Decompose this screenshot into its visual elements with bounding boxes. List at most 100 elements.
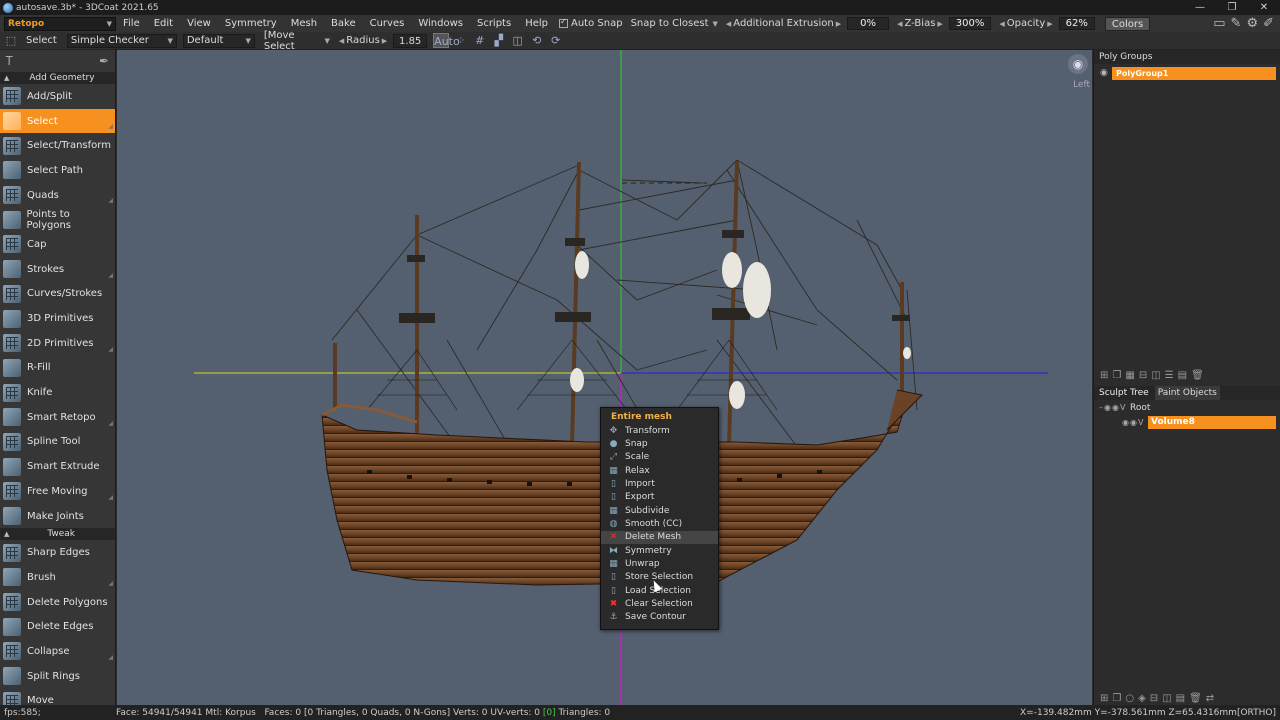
tool-collapse[interactable]: Collapse ◢ [0, 639, 115, 664]
section-add-geometry[interactable]: ▲ Add Geometry [0, 72, 115, 84]
brush-icon[interactable]: ✒ [99, 54, 109, 68]
tool-add-split[interactable]: Add/Split [0, 84, 115, 109]
menu-windows[interactable]: Windows [411, 18, 470, 29]
tool-3d-primitives[interactable]: 3D Primitives [0, 306, 115, 331]
menu-item-snap[interactable]: ● Snap [601, 437, 718, 450]
opacity-value[interactable]: 62% [1058, 17, 1095, 30]
tool-spline-tool[interactable]: Spline Tool [0, 430, 115, 455]
tool-2d-primitives[interactable]: 2D Primitives ◢ [0, 331, 115, 356]
tool-r-fill[interactable]: R-Fill [0, 356, 115, 381]
split-icon[interactable]: ◫ [1151, 370, 1160, 381]
view-navigation-icon[interactable]: ◉ [1068, 54, 1088, 74]
add-group-icon[interactable]: ⊞ [1100, 370, 1108, 381]
tool-smart-extrude[interactable]: Smart Extrude [0, 454, 115, 479]
grid-icon[interactable]: ▦ [1125, 370, 1134, 381]
add-volume-icon[interactable]: ⊞ [1100, 693, 1108, 704]
tool-smart-retopo[interactable]: Smart Retopo ◢ [0, 405, 115, 430]
tool-quads[interactable]: Quads ◢ [0, 183, 115, 208]
colors-button[interactable]: Colors [1104, 16, 1151, 31]
checker-dropdown[interactable]: Simple Checker ▼ [66, 33, 177, 48]
menu-item-store-selection[interactable]: ▯ Store Selection [601, 571, 718, 584]
menu-item-import[interactable]: ▯ Import [601, 477, 718, 490]
menu-file[interactable]: File [116, 18, 147, 29]
list-icon[interactable]: ☰ [1165, 370, 1174, 381]
rotate-icon[interactable]: ⟲ [529, 33, 544, 48]
tool-move[interactable]: Move [0, 689, 115, 705]
layout-icon[interactable]: ▞ [491, 33, 506, 48]
frame-icon[interactable]: ▭ [1213, 16, 1225, 31]
tab-paint-objects[interactable]: Paint Objects [1154, 386, 1220, 400]
tool-knife[interactable]: Knife [0, 380, 115, 405]
grid-icon[interactable]: # [472, 33, 487, 48]
move-select-dropdown[interactable]: [Move Select ▼ [261, 30, 333, 52]
menu-help[interactable]: Help [518, 18, 555, 29]
copy-icon[interactable]: ❐ [1112, 693, 1121, 704]
menu-item-relax[interactable]: ▦ Relax [601, 464, 718, 477]
trash-icon[interactable]: 🗑 [1191, 370, 1204, 381]
section-tweak[interactable]: ▲ Tweak [0, 528, 115, 541]
zbias-value[interactable]: 300% [948, 17, 992, 30]
menu-view[interactable]: View [180, 18, 218, 29]
room-selector[interactable]: Retopo ▼ [4, 16, 116, 31]
pen-icon[interactable]: ✐ [1263, 16, 1274, 31]
copy-icon[interactable]: ❐ [1112, 370, 1121, 381]
menu-item-scale[interactable]: ⤢ Scale [601, 451, 718, 464]
tool-delete-edges[interactable]: Delete Edges [0, 614, 115, 639]
tool-split-rings[interactable]: Split Rings [0, 664, 115, 689]
dots-icon[interactable]: ⁘ [453, 33, 468, 48]
table-icon[interactable]: ▤ [1176, 693, 1185, 704]
auto-button[interactable]: Auto [433, 33, 460, 48]
menu-scripts[interactable]: Scripts [470, 18, 518, 29]
tool-points-to-polygons[interactable]: Points to Polygons [0, 207, 115, 232]
tool-free-moving[interactable]: Free Moving ◢ [0, 479, 115, 504]
menu-bake[interactable]: Bake [324, 18, 363, 29]
tool-select-path[interactable]: Select Path [0, 158, 115, 183]
radius-value[interactable]: 1.85 [393, 33, 428, 48]
tree-row-volume[interactable]: ◉◉V Volume8 [1094, 415, 1280, 430]
merge-icon[interactable]: ⊟ [1150, 693, 1158, 704]
tool-sharp-edges[interactable]: Sharp Edges [0, 540, 115, 565]
menu-item-export[interactable]: ▯ Export [601, 491, 718, 504]
menu-item-save-contour[interactable]: ⚓ Save Contour [601, 611, 718, 624]
tool-select[interactable]: Select ◢ [0, 108, 115, 134]
orbit-icon[interactable]: ⟳ [548, 33, 563, 48]
split-icon[interactable]: ◫ [510, 33, 525, 48]
maximize-button[interactable]: ❐ [1216, 0, 1248, 15]
menu-item-clear-selection[interactable]: ✖ Clear Selection [601, 597, 718, 610]
trash-icon[interactable]: 🗑 [1189, 693, 1202, 704]
split-icon[interactable]: ◫ [1162, 693, 1171, 704]
tree-controls[interactable]: –◉◉V [1099, 403, 1130, 412]
export-icon[interactable]: ⇄ [1206, 693, 1214, 704]
menu-symmetry[interactable]: Symmetry [218, 18, 284, 29]
menu-item-delete-mesh[interactable]: ✕ Delete Mesh [601, 530, 718, 545]
tree-controls[interactable]: ◉◉V [1122, 418, 1148, 427]
snap-mode-dropdown[interactable]: Snap to Closest ▼ [631, 18, 720, 29]
eye-icon[interactable]: ◉ [1100, 68, 1112, 78]
preset-dropdown[interactable]: Default ▼ [182, 33, 255, 48]
menu-item-smooth-cc[interactable]: ◍ Smooth (CC) [601, 517, 718, 530]
tool-strokes[interactable]: Strokes ◢ [0, 257, 115, 282]
poly-group-row[interactable]: ◉ PolyGroup1 [1094, 66, 1280, 80]
auto-snap-toggle[interactable]: Auto Snap [559, 17, 623, 29]
tool-curves-strokes[interactable]: Curves/Strokes [0, 282, 115, 307]
poly-group-name[interactable]: PolyGroup1 [1112, 66, 1276, 80]
additional-extrusion-value[interactable]: 0% [847, 17, 890, 30]
tool-brush[interactable]: Brush ◢ [0, 565, 115, 590]
menu-curves[interactable]: Curves [363, 18, 412, 29]
text-tool-icon[interactable]: Ꭲ [6, 54, 13, 69]
circle-icon[interactable]: ○ [1125, 693, 1134, 704]
menu-item-subdivide[interactable]: ▦ Subdivide [601, 504, 718, 517]
tab-sculpt-tree[interactable]: Sculpt Tree [1099, 386, 1149, 400]
tool-delete-polygons[interactable]: Delete Polygons [0, 590, 115, 615]
menu-item-unwrap[interactable]: ▦ Unwrap [601, 557, 718, 570]
merge-icon[interactable]: ⊟ [1139, 370, 1147, 381]
tool-cap[interactable]: Cap [0, 232, 115, 257]
tool-select-transform[interactable]: Select/Transform [0, 133, 115, 158]
auto-snap-checkbox[interactable] [559, 17, 568, 28]
tool-make-joints[interactable]: Make Joints [0, 504, 115, 529]
gear-icon[interactable]: ⚙ [1246, 16, 1258, 31]
table-icon[interactable]: ▤ [1178, 370, 1187, 381]
tree-volume-label[interactable]: Volume8 [1147, 416, 1276, 429]
close-button[interactable]: ✕ [1248, 0, 1280, 15]
tree-row-root[interactable]: –◉◉V Root [1094, 400, 1280, 415]
